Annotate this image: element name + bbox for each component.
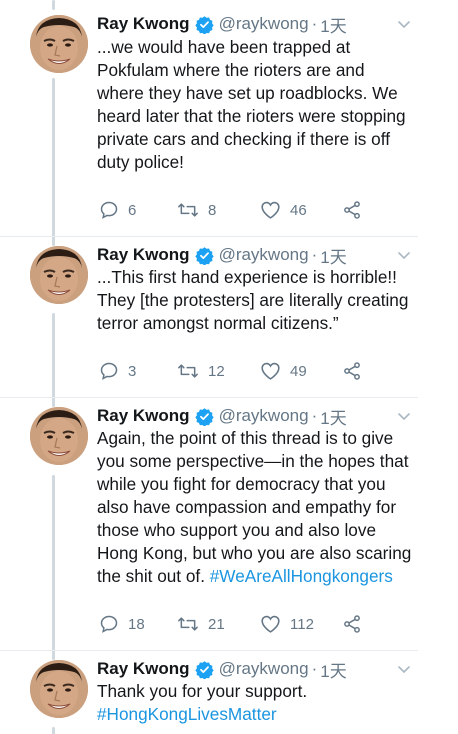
verified-badge-icon (194, 246, 214, 265)
reply-icon (100, 615, 118, 633)
tweet-text-content: Again, the point of this thread is to gi… (97, 428, 412, 586)
handle[interactable]: @raykwong (219, 14, 309, 34)
page-margin (418, 0, 458, 734)
timestamp[interactable]: 1天 (320, 404, 346, 429)
like-count: 46 (290, 201, 307, 219)
chevron-down-icon[interactable] (396, 661, 412, 677)
tweet[interactable]: Ray Kwong @raykwong · 1天 ...This first h… (0, 244, 418, 394)
tweet-header: Ray Kwong @raykwong · 1天 (97, 243, 347, 268)
reply-count: 18 (128, 615, 145, 633)
tweet-divider (0, 397, 418, 398)
tweet-text-content: ...This first hand experience is horribl… (97, 267, 409, 333)
heart-icon (261, 201, 280, 219)
share-button[interactable] (342, 198, 362, 222)
timestamp[interactable]: 1天 (320, 243, 346, 268)
tweet-header: Ray Kwong @raykwong · 1天 (97, 404, 347, 429)
share-icon (344, 201, 360, 219)
hashtag-link[interactable]: #WeAreAllHongkongers (210, 566, 393, 586)
tweet-divider (0, 236, 418, 237)
tweet-actions: 3 12 49 (97, 359, 397, 383)
reply-count: 6 (128, 201, 137, 219)
tweet[interactable]: Ray Kwong @raykwong · 1天 Again, the poin… (0, 405, 418, 645)
tweet-actions: 18 21 112 (97, 612, 397, 636)
heart-icon (261, 362, 280, 380)
handle[interactable]: @raykwong (219, 406, 309, 426)
retweet-button[interactable]: 21 (177, 612, 225, 636)
avatar[interactable] (30, 15, 88, 73)
heart-icon (261, 615, 280, 633)
tweet-text: Again, the point of this thread is to gi… (97, 427, 415, 588)
display-name[interactable]: Ray Kwong (97, 245, 190, 265)
reply-icon (100, 362, 118, 380)
tweet-divider (0, 650, 418, 651)
display-name[interactable]: Ray Kwong (97, 406, 190, 426)
like-button[interactable]: 49 (260, 359, 307, 383)
thread-line (52, 0, 55, 10)
timestamp[interactable]: 1天 (320, 12, 346, 37)
reply-count: 3 (128, 362, 137, 380)
like-count: 112 (290, 615, 314, 633)
chevron-down-icon[interactable] (396, 247, 412, 263)
display-name[interactable]: Ray Kwong (97, 659, 190, 679)
reply-button[interactable]: 6 (99, 198, 136, 222)
retweet-button[interactable]: 12 (177, 359, 225, 383)
tweet-text-content: Thank you for your support. (97, 681, 308, 701)
like-count: 49 (290, 362, 307, 380)
retweet-button[interactable]: 8 (177, 198, 216, 222)
chevron-down-icon[interactable] (396, 408, 412, 424)
tweet-thread: Ray Kwong @raykwong · 1天 ...we would hav… (0, 0, 458, 734)
reply-button[interactable]: 18 (99, 612, 145, 636)
tweet-text: ...we would have been trapped at Pokfula… (97, 36, 415, 174)
tweet-text-content: ...we would have been trapped at Pokfula… (97, 37, 406, 172)
tweet-actions: 6 8 46 (97, 198, 397, 222)
verified-badge-icon (194, 15, 214, 34)
chevron-down-icon[interactable] (396, 16, 412, 32)
share-button[interactable] (342, 359, 362, 383)
share-icon (344, 615, 360, 633)
avatar[interactable] (30, 660, 88, 718)
retweet-count: 21 (208, 615, 225, 633)
tweet[interactable]: Ray Kwong @raykwong · 1天 ...we would hav… (0, 13, 418, 235)
tweet-text: Thank you for your support. #HongKongLiv… (97, 680, 415, 726)
separator: · (311, 406, 318, 425)
avatar[interactable] (30, 407, 88, 465)
retweet-icon (178, 203, 198, 217)
separator: · (311, 245, 318, 264)
tweet[interactable]: Ray Kwong @raykwong · 1天 Thank you for y… (0, 658, 418, 734)
share-button[interactable] (342, 612, 362, 636)
hashtag-link[interactable]: #HongKongLivesMatter (97, 704, 277, 724)
avatar[interactable] (30, 246, 88, 304)
reply-icon (100, 201, 118, 219)
tweet-text: ...This first hand experience is horribl… (97, 266, 415, 335)
tweet-header: Ray Kwong @raykwong · 1天 (97, 658, 347, 682)
retweet-count: 12 (208, 362, 225, 380)
like-button[interactable]: 112 (260, 612, 314, 636)
verified-badge-icon (194, 407, 214, 426)
timestamp[interactable]: 1天 (320, 658, 346, 682)
reply-button[interactable]: 3 (99, 359, 136, 383)
handle[interactable]: @raykwong (219, 659, 309, 679)
handle[interactable]: @raykwong (219, 245, 309, 265)
share-icon (344, 362, 360, 380)
retweet-count: 8 (208, 201, 217, 219)
display-name[interactable]: Ray Kwong (97, 14, 190, 34)
verified-badge-icon (194, 660, 214, 679)
like-button[interactable]: 46 (260, 198, 307, 222)
separator: · (311, 659, 318, 678)
tweet-header: Ray Kwong @raykwong · 1天 (97, 12, 347, 37)
retweet-icon (178, 364, 198, 378)
separator: · (311, 14, 318, 33)
retweet-icon (178, 617, 198, 631)
